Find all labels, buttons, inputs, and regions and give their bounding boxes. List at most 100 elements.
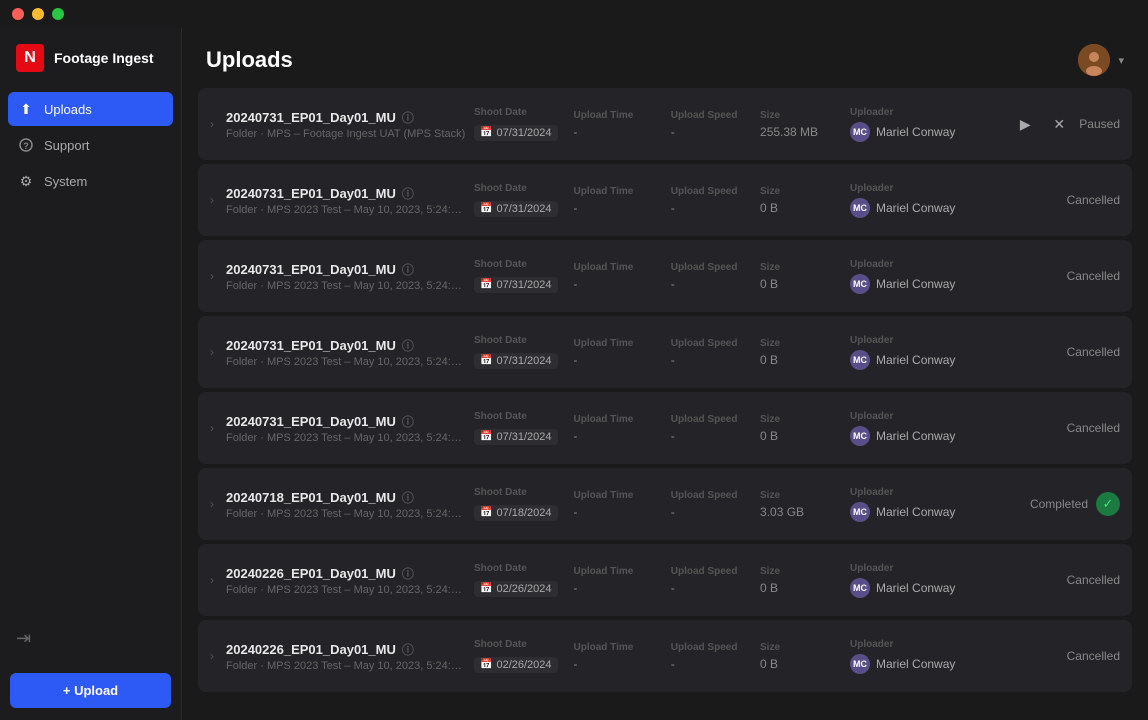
upload-info: 20240731_EP01_Day01_MU ⓘ Folder · MPS 20… [226, 185, 466, 216]
upload-speed-value: - [671, 581, 752, 595]
app-title: Footage Ingest [54, 50, 154, 66]
uploader-info: MC Mariel Conway [850, 502, 980, 522]
upload-meta: Shoot Date 📅 07/31/2024 Upload Time - Up… [466, 335, 980, 370]
completed-icon: ✓ [1096, 492, 1120, 516]
uploader-avatar: MC [850, 350, 870, 370]
shoot-date-col: Shoot Date 📅 02/26/2024 [466, 639, 566, 673]
upload-speed-value: - [671, 353, 752, 367]
size-label: Size [760, 186, 850, 197]
expand-chevron-icon[interactable]: › [210, 193, 214, 207]
expand-chevron-icon[interactable]: › [210, 421, 214, 435]
expand-chevron-icon[interactable]: › [210, 345, 214, 359]
expand-chevron-icon[interactable]: › [210, 573, 214, 587]
uploader-name: Mariel Conway [876, 277, 955, 291]
upload-time-label: Upload Time [574, 566, 655, 577]
play-button[interactable]: ▶ [1011, 110, 1039, 138]
uploader-col: Uploader MC Mariel Conway [850, 487, 980, 522]
upload-speed-value: - [671, 125, 752, 139]
uploader-info: MC Mariel Conway [850, 426, 980, 446]
upload-button[interactable]: + Upload [10, 673, 171, 708]
uploader-avatar: MC [850, 122, 870, 142]
upload-speed-col: Upload Speed - [663, 490, 760, 519]
upload-speed-col: Upload Speed - [663, 414, 760, 443]
info-icon: ⓘ [402, 185, 414, 202]
upload-row[interactable]: › 20240226_EP01_Day01_MU ⓘ Folder · MPS … [198, 544, 1132, 616]
shoot-date-value: 📅 07/18/2024 [474, 505, 558, 521]
upload-row[interactable]: › 20240731_EP01_Day01_MU ⓘ Folder · MPS … [198, 88, 1132, 160]
titlebar [0, 0, 1148, 28]
collapse-icon: ⇥ [16, 628, 31, 649]
cancel-button[interactable]: ✕ [1047, 112, 1071, 136]
upload-speed-value: - [671, 657, 752, 671]
upload-speed-value: - [671, 429, 752, 443]
info-icon: ⓘ [402, 489, 414, 506]
uploader-info: MC Mariel Conway [850, 350, 980, 370]
upload-row[interactable]: › 20240731_EP01_Day01_MU ⓘ Folder · MPS … [198, 164, 1132, 236]
upload-name: 20240731_EP01_Day01_MU ⓘ [226, 413, 466, 430]
upload-name: 20240731_EP01_Day01_MU ⓘ [226, 261, 466, 278]
shoot-date-value: 📅 07/31/2024 [474, 201, 558, 217]
info-icon: ⓘ [402, 641, 414, 658]
main-content: Uploads ▾ › 20240731_EP01_Day01_MU ⓘ Fol… [182, 0, 1148, 720]
uploader-label: Uploader [850, 563, 980, 574]
upload-row[interactable]: › 20240718_EP01_Day01_MU ⓘ Folder · MPS … [198, 468, 1132, 540]
upload-row[interactable]: › 20240226_EP01_Day01_MU ⓘ Folder · MPS … [198, 620, 1132, 692]
expand-chevron-icon[interactable]: › [210, 117, 214, 131]
shoot-date-value: 📅 02/26/2024 [474, 581, 558, 597]
upload-time-col: Upload Time - [566, 110, 663, 139]
upload-row[interactable]: › 20240731_EP01_Day01_MU ⓘ Folder · MPS … [198, 316, 1132, 388]
sidebar-item-system-label: System [44, 174, 87, 189]
size-value: 0 B [760, 353, 850, 367]
close-button[interactable] [12, 8, 24, 20]
uploader-col: Uploader MC Mariel Conway [850, 411, 980, 446]
sidebar-item-system[interactable]: ⚙ System [8, 164, 173, 198]
sidebar-item-uploads[interactable]: ⬆ Uploads [8, 92, 173, 126]
upload-row[interactable]: › 20240731_EP01_Day01_MU ⓘ Folder · MPS … [198, 392, 1132, 464]
calendar-icon: 📅 [480, 583, 492, 594]
status-badge: Completed [1030, 497, 1088, 511]
uploader-info: MC Mariel Conway [850, 578, 980, 598]
sidebar-item-uploads-label: Uploads [44, 102, 92, 117]
info-icon: ⓘ [402, 337, 414, 354]
expand-chevron-icon[interactable]: › [210, 269, 214, 283]
upload-name: 20240731_EP01_Day01_MU ⓘ [226, 109, 466, 126]
uploader-name: Mariel Conway [876, 505, 955, 519]
minimize-button[interactable] [32, 8, 44, 20]
upload-row[interactable]: › 20240731_EP01_Day01_MU ⓘ Folder · MPS … [198, 240, 1132, 312]
upload-time-label: Upload Time [574, 262, 655, 273]
upload-speed-value: - [671, 277, 752, 291]
shoot-date-value: 📅 02/26/2024 [474, 657, 558, 673]
uploader-info: MC Mariel Conway [850, 274, 980, 294]
upload-folder: Folder · MPS 2023 Test – May 10, 2023, 5… [226, 204, 466, 216]
upload-time-col: Upload Time - [566, 262, 663, 291]
expand-chevron-icon[interactable]: › [210, 649, 214, 663]
user-avatar[interactable] [1078, 44, 1110, 76]
uploader-avatar: MC [850, 654, 870, 674]
calendar-icon: 📅 [480, 355, 492, 366]
sidebar-logo: N Footage Ingest [0, 28, 181, 92]
avatar-area[interactable]: ▾ [1078, 44, 1124, 76]
status-badge: Cancelled [1067, 573, 1120, 587]
shoot-date-label: Shoot Date [474, 639, 558, 650]
maximize-button[interactable] [52, 8, 64, 20]
uploader-col: Uploader MC Mariel Conway [850, 335, 980, 370]
upload-info: 20240718_EP01_Day01_MU ⓘ Folder · MPS 20… [226, 489, 466, 520]
calendar-icon: 📅 [480, 659, 492, 670]
uploader-avatar: MC [850, 426, 870, 446]
shoot-date-value: 📅 07/31/2024 [474, 353, 558, 369]
upload-speed-col: Upload Speed - [663, 110, 760, 139]
status-badge: Cancelled [1067, 345, 1120, 359]
expand-chevron-icon[interactable]: › [210, 497, 214, 511]
size-label: Size [760, 566, 850, 577]
uploader-name: Mariel Conway [876, 353, 955, 367]
shoot-date-label: Shoot Date [474, 411, 558, 422]
upload-status-area: Cancelled [980, 573, 1120, 587]
size-value: 0 B [760, 201, 850, 215]
shoot-date-value: 📅 07/31/2024 [474, 429, 558, 445]
calendar-icon: 📅 [480, 507, 492, 518]
sidebar-item-support[interactable]: ? Support [8, 128, 173, 162]
upload-time-label: Upload Time [574, 642, 655, 653]
upload-meta: Shoot Date 📅 02/26/2024 Upload Time - Up… [466, 563, 980, 598]
collapse-button[interactable]: ⇥ [0, 616, 181, 661]
size-label: Size [760, 642, 850, 653]
